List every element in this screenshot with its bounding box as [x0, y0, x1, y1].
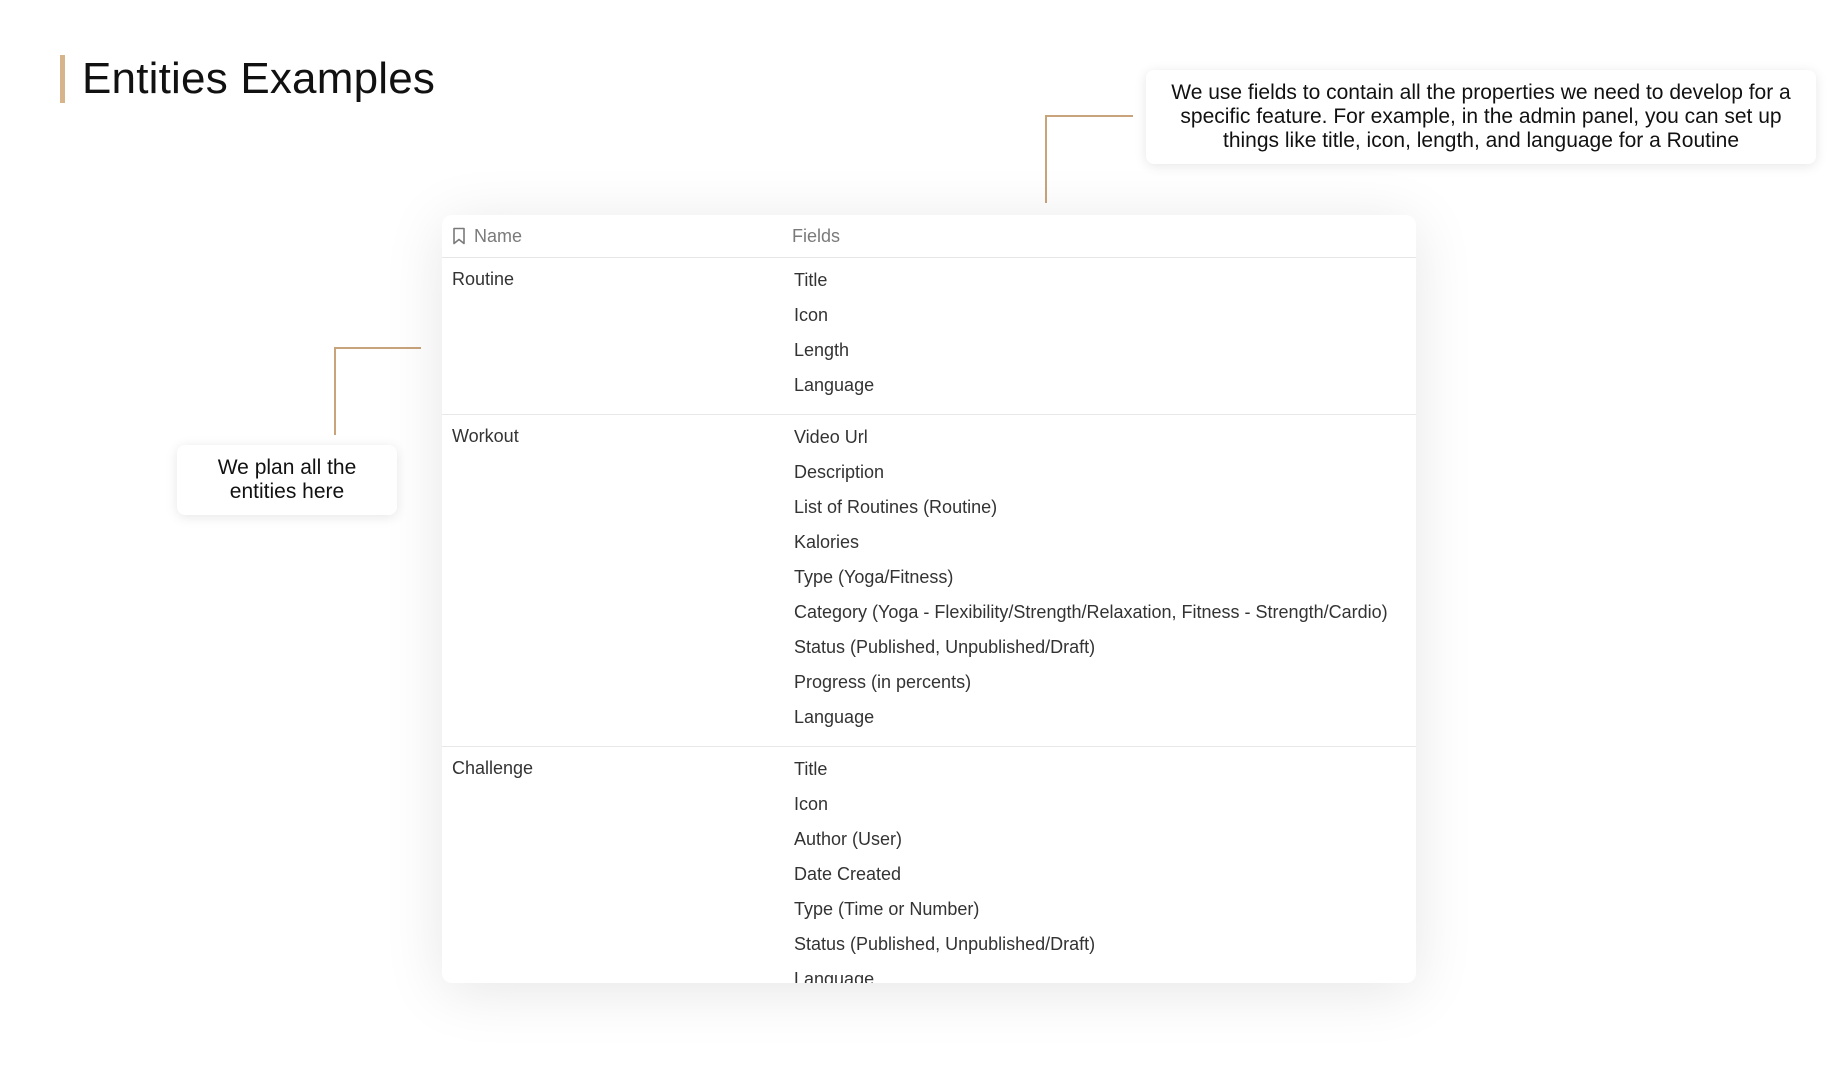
field-item: Category (Yoga - Flexibility/Strength/Re…	[794, 602, 1388, 622]
field-item: Icon	[794, 794, 829, 814]
entities-table: Name Fields Routine Title Icon Length Langua…	[442, 215, 1416, 983]
field-item: List of Routines (Routine)	[794, 497, 998, 517]
title-accent-bar	[60, 55, 65, 103]
bookmark-icon	[453, 227, 465, 245]
column-header-name[interactable]: Name	[442, 226, 792, 247]
table-body: Routine Title Icon Length Language Workout Vid…	[442, 258, 1416, 983]
entity-fields-cell[interactable]: Title Icon Author (User) Date Created Type (…	[794, 747, 1095, 983]
field-item: Kalories	[794, 532, 860, 552]
table-row[interactable]: Challenge Title Icon Author (User) Date Crea…	[442, 747, 1416, 983]
field-item: Icon	[794, 305, 829, 325]
field-item: Video Url	[794, 427, 868, 447]
entity-name-cell[interactable]: Challenge	[442, 747, 794, 983]
field-item: Status (Published, Unpublished/Draft)	[794, 637, 1096, 657]
column-header-fields[interactable]: Fields	[792, 226, 840, 247]
table-header: Name Fields	[442, 215, 1416, 258]
field-item: Type (Yoga/Fitness)	[794, 567, 954, 587]
entity-name-cell[interactable]: Workout	[442, 415, 794, 746]
entity-name-cell[interactable]: Routine	[442, 258, 794, 414]
page-title-block: Entities Examples	[60, 54, 436, 103]
field-item: Status (Published, Unpublished/Draft)	[794, 934, 1096, 954]
field-item: Title	[794, 270, 828, 290]
field-item: Language	[794, 707, 875, 727]
entity-fields-cell[interactable]: Title Icon Length Language	[794, 258, 874, 414]
field-item: Language	[794, 969, 875, 983]
fields-callout: We use fields to contain all the propert…	[1146, 70, 1816, 164]
entities-callout: We plan all the entities here	[177, 445, 397, 515]
field-item: Type (Time or Number)	[794, 899, 980, 919]
column-header-name-label: Name	[474, 225, 523, 246]
field-item: Progress (in percents)	[794, 672, 972, 692]
table-row[interactable]: Routine Title Icon Length Language	[442, 258, 1416, 415]
field-item: Date Created	[794, 864, 902, 884]
field-item: Title	[794, 759, 828, 779]
fields-callout-connector	[1045, 115, 1133, 203]
table-row[interactable]: Workout Video Url Description List of Routi…	[442, 415, 1416, 747]
page-title: Entities Examples	[82, 54, 436, 103]
field-item: Length	[794, 340, 850, 360]
field-item: Author (User)	[794, 829, 903, 849]
field-item: Language	[794, 375, 875, 395]
entity-fields-cell[interactable]: Video Url Description List of Routines (Ro…	[794, 415, 1388, 746]
field-item: Description	[794, 462, 885, 482]
entities-callout-connector	[334, 347, 421, 435]
